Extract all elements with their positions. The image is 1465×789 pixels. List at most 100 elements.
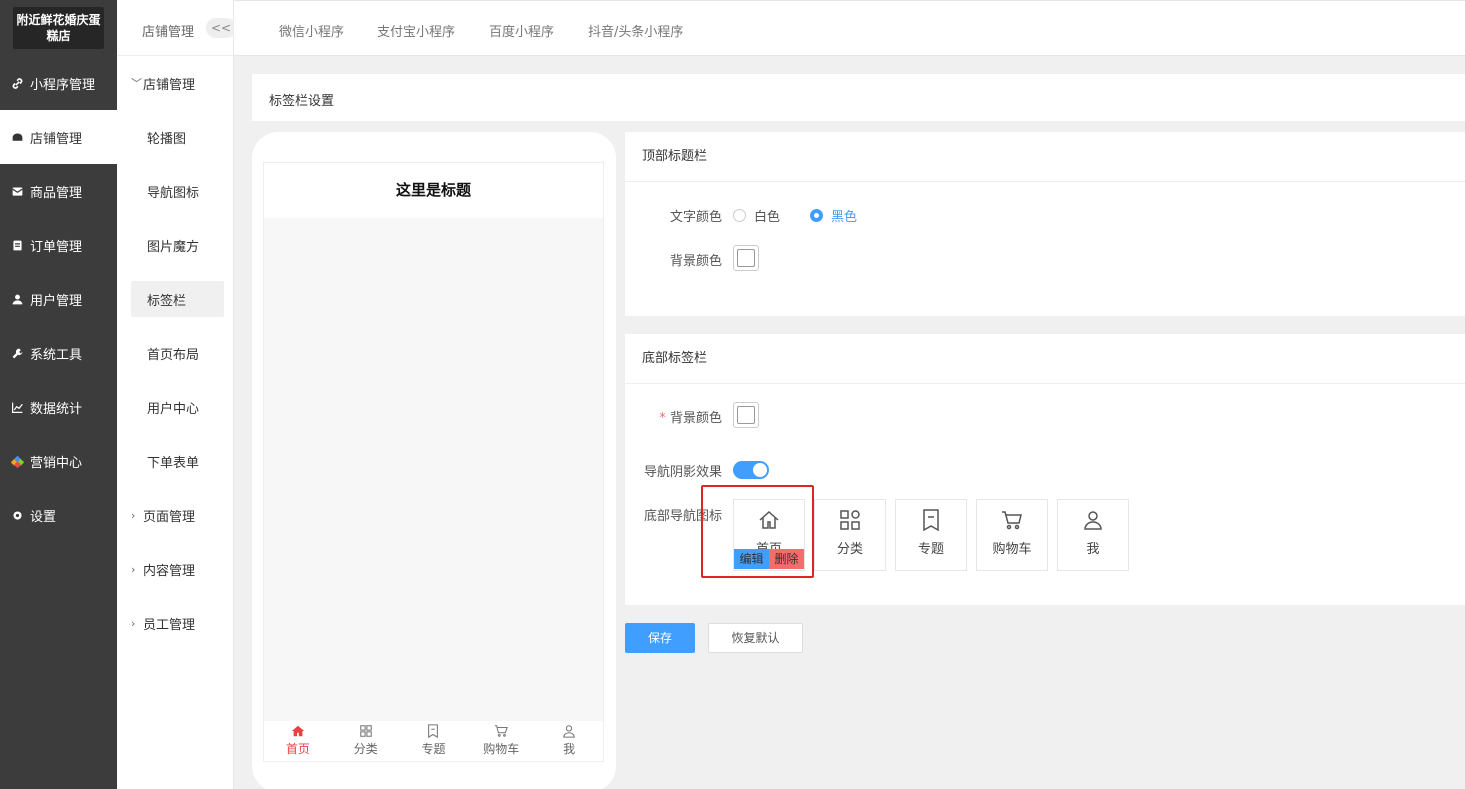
card-title: 底部标签栏 — [625, 334, 1465, 384]
subnav-group-content[interactable]: › 内容管理 — [131, 551, 224, 587]
phone-header-title: 这里是标题 — [264, 163, 603, 218]
shadow-toggle[interactable] — [733, 461, 769, 479]
subnav-item-label: 用户中心 — [147, 401, 200, 417]
sidebar-item-miniprogram[interactable]: 小程序管理 — [0, 56, 117, 110]
radio-black[interactable]: 黑色 — [810, 206, 857, 225]
subnav-item-home-layout[interactable]: 首页布局 — [131, 335, 224, 371]
sidebar-item-label: 用户管理 — [30, 293, 83, 309]
page-title: 标签栏设置 — [269, 94, 335, 109]
tab-baidu[interactable]: 百度小程序 — [489, 21, 554, 40]
subnav-group-pages[interactable]: › 页面管理 — [131, 497, 224, 533]
main-sidebar: 附近鲜花婚庆蛋糕店 小程序管理 店铺管理 商品管理 订单管理 用户管理 系统工具… — [0, 0, 117, 789]
cart-icon — [1002, 511, 1022, 530]
bottom-bg-color-picker[interactable] — [733, 402, 759, 428]
tab-alipay[interactable]: 支付宝小程序 — [377, 21, 455, 40]
shop-name-logo[interactable]: 附近鲜花婚庆蛋糕店 — [13, 7, 104, 49]
nav-icon-label: 专题 — [917, 542, 944, 557]
nav-icon-label: 购物车 — [992, 542, 1032, 557]
subnav-group-shop[interactable]: ﹀ 店铺管理 — [131, 65, 224, 101]
sidebar-item-users[interactable]: 用户管理 — [0, 272, 117, 326]
collapse-button[interactable]: << — [206, 18, 236, 38]
bookmark-icon — [428, 724, 439, 738]
sidebar-item-goods[interactable]: 商品管理 — [0, 164, 117, 218]
category-icon — [359, 725, 372, 737]
phone-screen: 这里是标题 首页 分类 专题 购物车 我 — [263, 162, 604, 762]
tab-douyin[interactable]: 抖音/头条小程序 — [588, 21, 683, 40]
radio-dot — [733, 209, 746, 222]
sidebar-item-marketing[interactable]: 营销中心 — [0, 434, 117, 488]
link-icon — [12, 77, 23, 89]
subnav-item-banner[interactable]: 轮播图 — [131, 119, 224, 155]
save-button[interactable]: 保存 — [625, 623, 695, 653]
sidebar-item-label: 设置 — [30, 509, 57, 525]
subnav-group-label: 页面管理 — [143, 509, 196, 525]
home-icon — [291, 725, 305, 737]
platform-tabs: 微信小程序 支付宝小程序 百度小程序 抖音/头条小程序 — [234, 0, 1465, 56]
nav-icon-label: 我 — [1086, 542, 1100, 557]
subnav-group-label: 内容管理 — [143, 563, 196, 579]
subnav-header: 店铺管理 << — [117, 0, 236, 56]
chevron-right-icon: › — [131, 562, 136, 576]
phone-tab-home[interactable]: 首页 — [264, 721, 332, 761]
bookmark-icon — [923, 509, 939, 532]
tab-wechat[interactable]: 微信小程序 — [279, 21, 344, 40]
sidebar-item-orders[interactable]: 订单管理 — [0, 218, 117, 272]
order-icon — [13, 240, 22, 250]
phone-tab-label: 我 — [563, 742, 576, 756]
subnav-item-user-center[interactable]: 用户中心 — [131, 389, 224, 425]
phone-tab-label: 购物车 — [483, 742, 520, 756]
person-icon — [1084, 511, 1102, 530]
sidebar-item-tools[interactable]: 系统工具 — [0, 326, 117, 380]
reset-default-button[interactable]: 恢复默认 — [708, 623, 803, 653]
category-icon — [840, 510, 860, 530]
phone-tabbar: 首页 分类 专题 购物车 我 — [264, 721, 603, 761]
sidebar-item-label: 营销中心 — [30, 455, 83, 471]
sidebar-item-stats[interactable]: 数据统计 — [0, 380, 117, 434]
subnav-item-order-form[interactable]: 下单表单 — [131, 443, 224, 479]
subnav-item-label: 导航图标 — [147, 185, 200, 201]
sidebar-item-label: 店铺管理 — [30, 131, 83, 147]
phone-tab-category[interactable]: 分类 — [332, 721, 400, 761]
phone-tab-topic[interactable]: 专题 — [400, 721, 468, 761]
sidebar-item-label: 数据统计 — [30, 401, 83, 417]
nav-icon-card-topic[interactable]: 专题 — [895, 499, 967, 571]
bg-color-label: 背景颜色 — [669, 254, 722, 269]
subnav-item-nav-icons[interactable]: 导航图标 — [131, 173, 224, 209]
radio-white[interactable]: 白色 — [733, 206, 780, 225]
chevron-right-icon: › — [131, 616, 136, 630]
subnav-group-label: 店铺管理 — [143, 77, 196, 93]
subnav-title: 店铺管理 — [142, 25, 195, 40]
radio-label: 黑色 — [831, 210, 858, 225]
top-bg-color-picker[interactable] — [733, 245, 759, 271]
nav-icon-card-category[interactable]: 分类 — [814, 499, 886, 571]
required-mark: * — [659, 411, 666, 426]
panel-header: 标签栏设置 — [252, 74, 1465, 122]
subnav-group-staff[interactable]: › 员工管理 — [131, 605, 224, 641]
radio-label: 白色 — [754, 210, 781, 225]
chevron-down-icon: ﹀ — [131, 77, 142, 90]
subnav-item-label: 下单表单 — [147, 455, 200, 471]
sidebar-item-label: 系统工具 — [30, 347, 83, 363]
box-icon — [12, 186, 23, 196]
nav-icon-card-cart[interactable]: 购物车 — [976, 499, 1048, 571]
sidebar-item-shop[interactable]: 店铺管理 — [0, 110, 117, 164]
subnav-group-label: 员工管理 — [143, 617, 196, 633]
sidebar-item-label: 商品管理 — [30, 185, 83, 201]
phone-tab-cart[interactable]: 购物车 — [467, 721, 535, 761]
selection-highlight — [701, 485, 814, 578]
subnav-item-tabbar[interactable]: 标签栏 — [131, 281, 224, 317]
subnav-item-image-cube[interactable]: 图片魔方 — [131, 227, 224, 263]
marketing-icon — [11, 455, 24, 468]
nav-icon-card-me[interactable]: 我 — [1057, 499, 1129, 571]
subnav-item-label: 标签栏 — [147, 293, 187, 309]
phone-tab-label: 分类 — [353, 742, 378, 756]
sidebar-item-label: 小程序管理 — [30, 77, 96, 93]
person-icon — [563, 725, 575, 738]
color-swatch — [737, 249, 755, 267]
chevron-right-icon: › — [131, 508, 136, 522]
subnav-item-label: 轮播图 — [147, 131, 187, 147]
phone-tab-label: 首页 — [285, 742, 310, 756]
phone-preview: 这里是标题 首页 分类 专题 购物车 我 — [252, 132, 616, 789]
phone-tab-me[interactable]: 我 — [535, 721, 603, 761]
sidebar-item-settings[interactable]: 设置 — [0, 488, 117, 542]
